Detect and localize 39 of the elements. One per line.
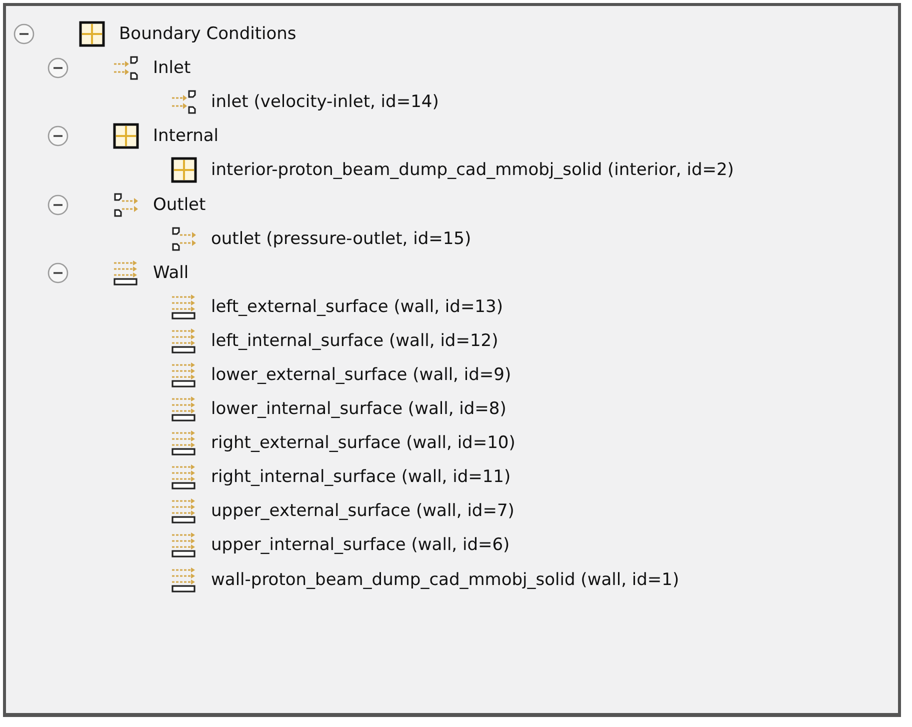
tree-item-label[interactable]: upper_external_surface (wall, id=7) bbox=[211, 501, 514, 522]
wall-arrows-icon bbox=[171, 532, 197, 558]
wall-arrows-icon bbox=[171, 396, 197, 422]
wall-arrows-icon bbox=[113, 260, 139, 286]
tree-item-label[interactable]: interior-proton_beam_dump_cad_mmobj_solid (interior, id=2) bbox=[211, 160, 734, 180]
tree-item-label[interactable]: right_external_surface (wall, id=10) bbox=[211, 433, 516, 454]
tree-item-label[interactable]: Internal bbox=[153, 126, 219, 146]
tree-item-label[interactable]: Outlet bbox=[153, 194, 206, 215]
grid-icon bbox=[113, 123, 139, 150]
tree-item-label[interactable]: upper_internal_surface (wall, id=6) bbox=[211, 535, 510, 556]
collapse-toggle[interactable] bbox=[47, 194, 69, 216]
tree-item-label[interactable]: Inlet bbox=[153, 58, 191, 78]
tree-item-label[interactable]: left_external_surface (wall, id=13) bbox=[211, 296, 503, 317]
tree-item-label[interactable]: Wall bbox=[153, 262, 189, 283]
wall-arrows-icon bbox=[171, 294, 197, 320]
tree-item-label[interactable]: lower_external_surface (wall, id=9) bbox=[211, 364, 512, 385]
collapse-toggle[interactable] bbox=[47, 262, 69, 284]
wall-arrows-icon bbox=[171, 430, 197, 456]
inlet-arrows-icon bbox=[113, 55, 139, 82]
collapse-toggle[interactable] bbox=[47, 57, 69, 80]
tree-item-label[interactable]: left_internal_surface (wall, id=12) bbox=[211, 330, 498, 351]
grid-icon bbox=[79, 21, 105, 48]
tree-item-label[interactable]: wall-proton_beam_dump_cad_mmobj_solid (wall, id=1) bbox=[211, 570, 680, 590]
tree-item-label[interactable]: outlet (pressure-outlet, id=15) bbox=[211, 228, 472, 249]
wall-arrows-icon bbox=[171, 498, 197, 524]
outlet-arrows-icon bbox=[171, 226, 197, 252]
outlet-arrows-icon bbox=[113, 192, 139, 218]
wall-arrows-icon bbox=[171, 328, 197, 354]
collapse-toggle[interactable] bbox=[47, 125, 69, 148]
grid-icon bbox=[171, 157, 197, 184]
wall-arrows-icon bbox=[171, 362, 197, 388]
tree-item-label[interactable]: inlet (velocity-inlet, id=14) bbox=[211, 92, 439, 112]
wall-arrows-icon bbox=[171, 464, 197, 490]
inlet-arrows-icon bbox=[171, 89, 197, 116]
collapse-toggle[interactable] bbox=[13, 23, 35, 46]
tree-item-label[interactable]: Boundary Conditions bbox=[119, 24, 296, 44]
tree-item-label[interactable]: right_internal_surface (wall, id=11) bbox=[211, 467, 511, 488]
wall-arrows-icon bbox=[171, 566, 197, 593]
tree-item-label[interactable]: lower_internal_surface (wall, id=8) bbox=[211, 399, 506, 420]
